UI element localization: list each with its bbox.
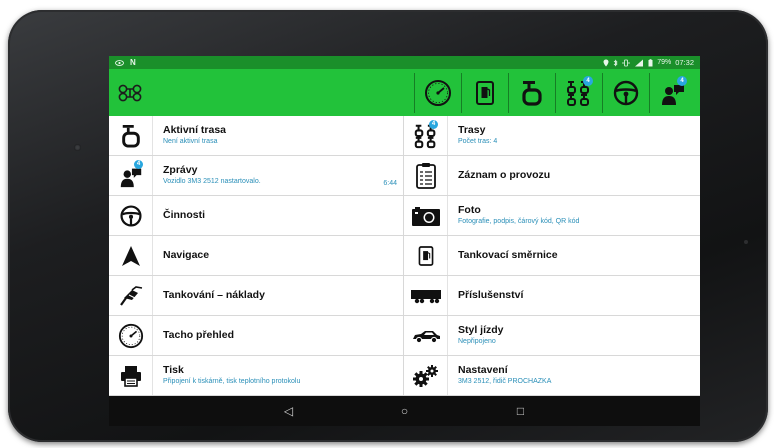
battery-icon (648, 58, 653, 67)
speedometer-icon (109, 316, 153, 355)
menu-item-subtitle: Není aktivní trasa (163, 138, 218, 145)
menu-item-active-route[interactable]: Aktivní trasa Není aktivní trasa (109, 116, 404, 156)
fuel-nozzle-icon (109, 276, 153, 315)
signal-icon (634, 59, 644, 67)
menu-item-driving-style[interactable]: Styl jízdy Nepřipojeno (404, 316, 700, 356)
menu-item-title: Činnosti (163, 209, 205, 221)
fuel-guide-action-button[interactable] (464, 73, 506, 113)
menu-item-subtitle: Vozidlo 3M3 2512 nastartovalo. (163, 178, 261, 185)
recents-button[interactable]: □ (511, 404, 531, 418)
message-time: 6:44 (383, 180, 397, 187)
menu-item-title: Tankování – náklady (163, 289, 265, 301)
menu-item-title: Záznam o provozu (458, 169, 551, 181)
printer-icon (109, 356, 153, 395)
action-divider (461, 72, 462, 113)
menu-item-photo[interactable]: Foto Fotografie, podpis, čárový kód, QR … (404, 196, 700, 236)
status-bar: N 79% 07:32 (109, 56, 700, 69)
speedometer-icon (424, 79, 452, 107)
messages-action-button[interactable]: 4 (652, 73, 694, 113)
menu-item-subtitle: Nepřipojeno (458, 338, 496, 345)
trailer-truck-icon (404, 276, 448, 315)
home-button[interactable]: ○ (395, 404, 415, 418)
steering-wheel-icon (612, 79, 640, 107)
tacho-action-button[interactable] (417, 73, 459, 113)
routes-grid-icon: 4 (404, 116, 448, 155)
bluetooth-icon (613, 59, 618, 67)
menu-item-title: Trasy (458, 124, 486, 136)
tablet-frame: N 79% 07:32 4 4 Aktivní trasa Není aktiv… (8, 10, 768, 442)
action-divider (602, 72, 603, 113)
menu-item-title: Tankovací směrnice (458, 249, 558, 261)
car-icon (404, 316, 448, 355)
menu-item-title: Navigace (163, 249, 210, 261)
navigation-arrow-icon (109, 236, 153, 275)
action-divider (555, 72, 556, 113)
menu-item-fuel-guide[interactable]: Tankovací směrnice (404, 236, 700, 276)
menu-item-navigation[interactable]: Navigace (109, 236, 404, 276)
action-divider (649, 72, 650, 113)
menu-item-activities[interactable]: Činnosti (109, 196, 404, 236)
menu-item-messages[interactable]: 4 Zprávy Vozidlo 3M3 2512 nastartovalo. … (109, 156, 404, 196)
clipboard-icon (404, 156, 448, 195)
messages-driver-icon: 4 (109, 156, 153, 195)
menu-item-subtitle: 3M3 2512, řidič PROCHAZKA (458, 378, 552, 385)
menu-item-title: Tisk (163, 364, 184, 376)
menu-item-fueling[interactable]: Tankování – náklady (109, 276, 404, 316)
menu-item-print[interactable]: Tisk Připojení k tiskárně, tisk teplotní… (109, 356, 404, 396)
routes-action-button[interactable]: 4 (558, 73, 600, 113)
main-menu-grid: Aktivní trasa Není aktivní trasa 4 Trasy… (109, 116, 700, 396)
menu-item-routes[interactable]: 4 Trasy Počet tras: 4 (404, 116, 700, 156)
battery-percent: 79% (657, 59, 672, 66)
menu-item-title: Styl jízdy (458, 324, 504, 336)
vibrate-icon (622, 59, 630, 67)
menu-item-settings[interactable]: Nastavení 3M3 2512, řidič PROCHAZKA (404, 356, 700, 396)
routes-badge: 4 (429, 120, 438, 129)
route-icon (520, 79, 544, 107)
activities-action-button[interactable] (605, 73, 647, 113)
menu-item-title: Zprávy (163, 164, 198, 176)
gears-icon (404, 356, 448, 395)
menu-item-title: Příslušenství (458, 289, 524, 301)
active-route-action-button[interactable] (511, 73, 553, 113)
eye-icon (115, 59, 124, 66)
camera-icon (404, 196, 448, 235)
menu-item-tacho[interactable]: Tacho přehled (109, 316, 404, 356)
steering-wheel-icon (109, 196, 153, 235)
menu-item-subtitle: Připojení k tiskárně, tisk teplotního pr… (163, 378, 301, 385)
menu-item-operation-log[interactable]: Záznam o provozu (404, 156, 700, 196)
action-divider (414, 72, 415, 113)
menu-item-title: Foto (458, 204, 481, 216)
light-sensor (744, 240, 748, 244)
notification-n-icon: N (130, 58, 136, 67)
route-icon (109, 116, 153, 155)
vehicle-axle-logo-icon[interactable] (115, 78, 145, 108)
screen: N 79% 07:32 4 4 Aktivní trasa Není aktiv… (109, 56, 700, 426)
system-nav-bar: ◁ ○ □ (109, 396, 700, 426)
messages-badge: 4 (677, 75, 687, 86)
fuel-card-icon (404, 236, 448, 275)
messages-badge: 4 (134, 160, 143, 169)
menu-item-subtitle: Počet tras: 4 (458, 138, 498, 145)
routes-badge: 4 (583, 75, 593, 86)
action-divider (508, 72, 509, 113)
menu-item-title: Nastavení (458, 364, 508, 376)
menu-item-subtitle: Fotografie, podpis, čárový kód, QR kód (458, 218, 580, 225)
back-button[interactable]: ◁ (279, 404, 299, 418)
menu-item-accessories[interactable]: Příslušenství (404, 276, 700, 316)
location-icon (603, 59, 609, 67)
clock: 07:32 (675, 58, 694, 67)
menu-item-title: Aktivní trasa (163, 124, 227, 136)
app-bar: 4 4 (109, 69, 700, 116)
camera-lens (74, 144, 81, 151)
fuel-card-icon (474, 80, 496, 106)
menu-item-title: Tacho přehled (163, 329, 234, 341)
